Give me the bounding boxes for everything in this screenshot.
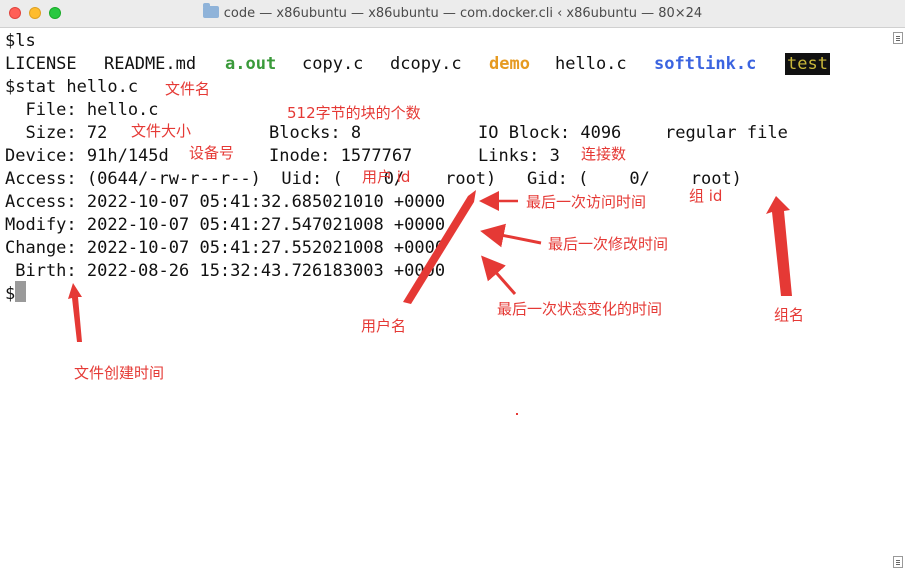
ls-copy: copy.c xyxy=(302,54,364,74)
ls-demo: demo xyxy=(489,54,530,74)
annotation-gid: 组 id xyxy=(689,187,723,205)
ls-dcopy: dcopy.c xyxy=(390,54,462,74)
scroll-down-icon[interactable] xyxy=(893,556,903,568)
annotation-filesize: 文件大小 xyxy=(131,122,192,140)
terminal-content[interactable]: $ls LICENSE README.md a.out copy.c dcopy… xyxy=(0,28,905,585)
ls-test: test xyxy=(785,53,830,75)
red-dot xyxy=(516,413,518,415)
stat-birth-time: Birth: 2022-08-26 15:32:43.726183003 +00… xyxy=(5,261,446,281)
folder-icon xyxy=(202,3,219,18)
ls-readme: README.md xyxy=(104,54,197,74)
title-bar: code — x86ubuntu — x86ubuntu — com.docke… xyxy=(0,0,905,28)
stat-blocks: Blocks: 8 xyxy=(269,123,362,143)
ls-aout: a.out xyxy=(225,54,277,74)
prompt: $ xyxy=(5,284,16,304)
annotation-create-time: 文件创建时间 xyxy=(74,364,165,382)
ls-license: LICENSE xyxy=(5,54,77,74)
annotation-block512: 512字节的块的个数 xyxy=(287,104,421,122)
scroll-up-icon[interactable] xyxy=(893,32,903,44)
stat-file: File: hello.c xyxy=(5,100,159,120)
annotation-last-change: 最后一次状态变化的时间 xyxy=(497,300,663,318)
stat-change-time: Change: 2022-10-07 05:41:27.552021008 +0… xyxy=(5,238,446,258)
stat-access-time: Access: 2022-10-07 05:41:32.685021010 +0… xyxy=(5,192,446,212)
annotation-groupname: 组名 xyxy=(774,306,805,324)
annotation-device: 设备号 xyxy=(189,144,235,162)
command-ls: $ls xyxy=(5,31,36,51)
ls-softlink: softlink.c xyxy=(654,54,757,74)
annotation-links: 连接数 xyxy=(581,145,627,163)
stat-inode: Inode: 1577767 xyxy=(269,146,413,166)
stat-links: Links: 3 xyxy=(478,146,560,166)
annotation-username: 用户名 xyxy=(361,317,407,335)
stat-size: Size: 72 xyxy=(5,123,108,143)
annotation-filename: 文件名 xyxy=(165,80,211,98)
annotation-last-modify: 最后一次修改时间 xyxy=(548,235,669,253)
terminal-window: code — x86ubuntu — x86ubuntu — com.docke… xyxy=(0,0,905,585)
annotation-uid: 用户 id xyxy=(362,168,411,186)
stat-ioblock: IO Block: 4096 xyxy=(478,123,622,143)
annotation-last-access: 最后一次访问时间 xyxy=(526,193,647,211)
stat-device: Device: 91h/145d xyxy=(5,146,169,166)
command-stat: $stat hello.c xyxy=(5,77,139,97)
stat-filetype: regular file xyxy=(665,123,788,143)
ls-hello: hello.c xyxy=(555,54,627,74)
window-title: code — x86ubuntu — x86ubuntu — com.docke… xyxy=(0,3,905,21)
stat-modify-time: Modify: 2022-10-07 05:41:27.547021008 +0… xyxy=(5,215,446,235)
text-cursor xyxy=(15,281,26,302)
